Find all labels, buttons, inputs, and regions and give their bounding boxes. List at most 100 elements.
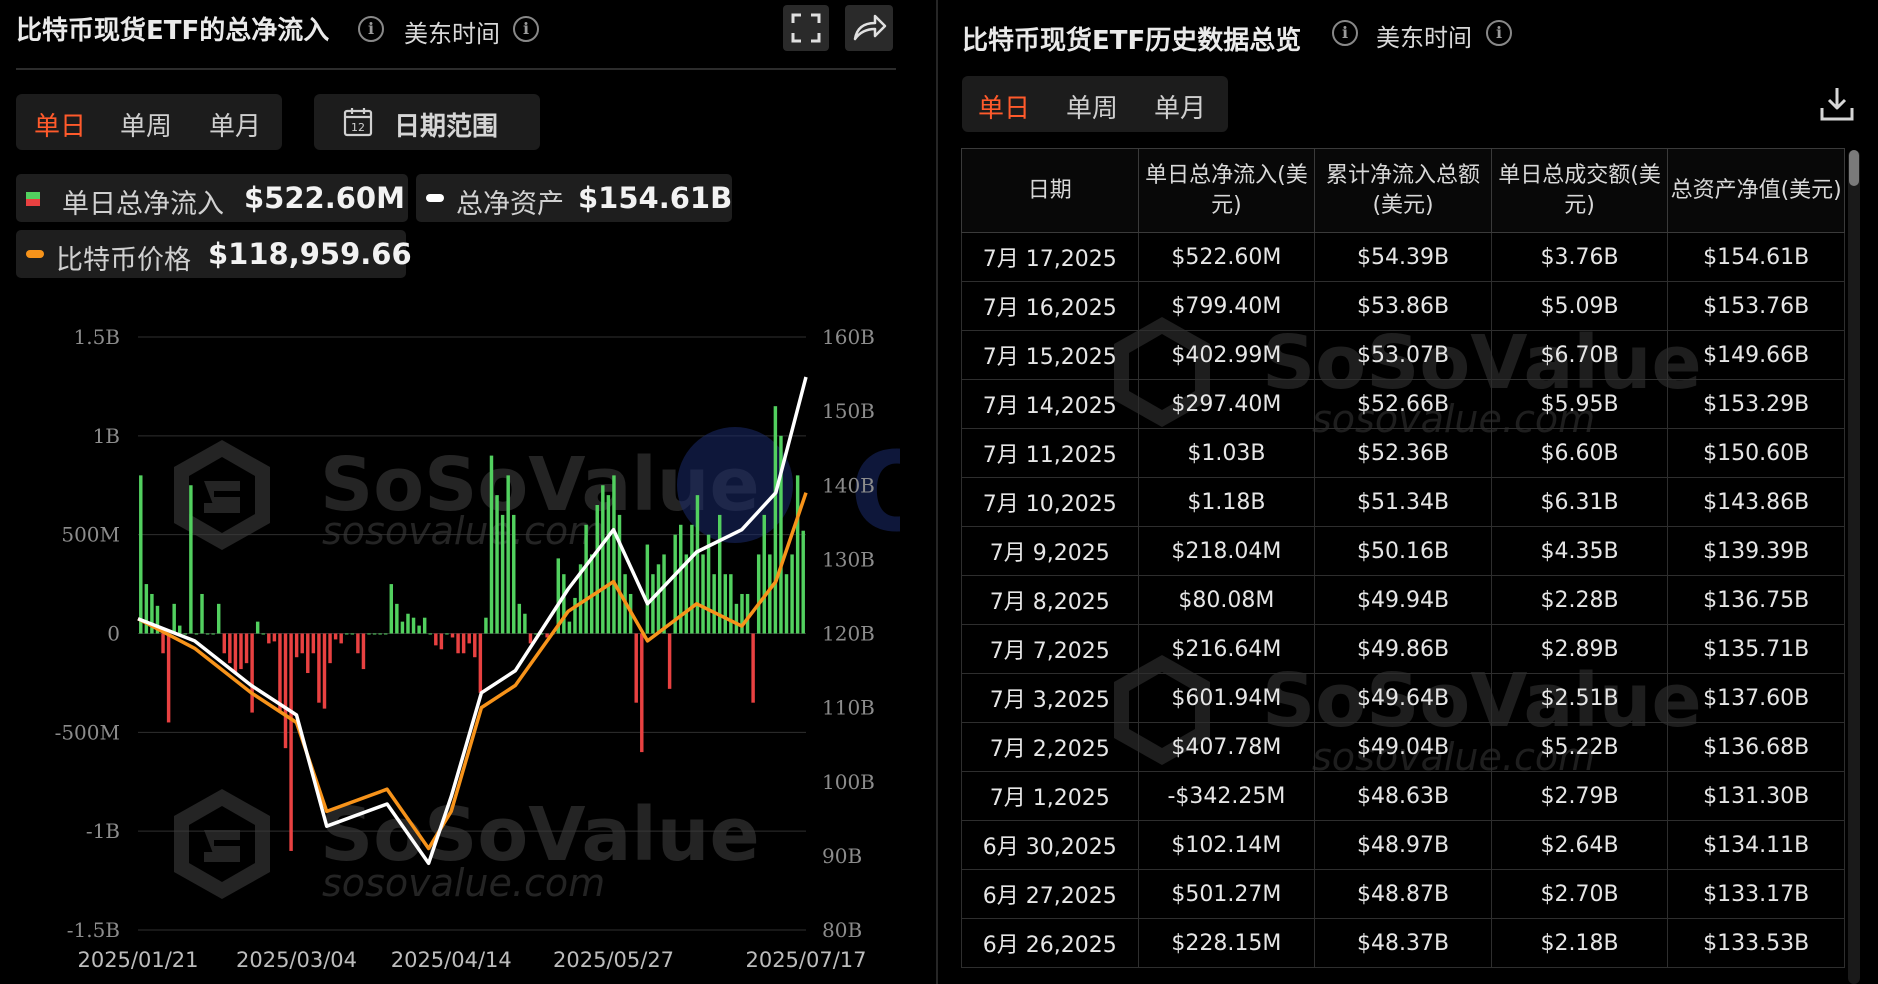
table-row[interactable]: 7月 11,2025 $1.03B $52.36B $6.60B $150.60B	[961, 428, 1845, 478]
left-tab-weekly[interactable]: 单周	[120, 106, 172, 143]
outflow-bar	[233, 633, 238, 674]
cell-daily-volume: $2.89B	[1490, 624, 1669, 674]
cell-daily-net-inflow: $501.27M	[1137, 869, 1316, 919]
outflow-bar	[250, 633, 254, 713]
table-row[interactable]: 6月 27,2025 $501.27M $48.87B $2.70B $133.17B	[961, 869, 1845, 919]
table-row[interactable]: 7月 14,2025 $297.40M $52.66B $5.95B $153.29B	[961, 379, 1845, 429]
table-row[interactable]: 7月 1,2025 -$342.25M $48.63B $2.79B $131.30B	[961, 771, 1845, 821]
table-row[interactable]: 7月 7,2025 $216.64M $49.86B $2.89B $135.71B	[961, 624, 1845, 674]
cell-daily-net-inflow: $218.04M	[1137, 526, 1316, 576]
left-header-divider	[16, 68, 896, 70]
inflow-bar	[712, 574, 716, 634]
col-header-daily-net-inflow[interactable]: 单日总净流入(美元)	[1137, 148, 1316, 233]
outflow-bar	[339, 633, 343, 644]
inflow-bar	[389, 584, 394, 634]
table-header-row: 日期 单日总净流入(美元) 累计净流入总额(美元) 单日总成交额(美元) 总资产…	[961, 148, 1845, 233]
share-button[interactable]	[845, 5, 893, 51]
table-row[interactable]: 7月 17,2025 $522.60M $54.39B $3.76B $154.61B	[961, 232, 1845, 282]
table-row[interactable]: 7月 10,2025 $1.18B $51.34B $6.31B $143.86B	[961, 477, 1845, 527]
inflow-bar	[484, 617, 488, 634]
table-row[interactable]: 7月 9,2025 $218.04M $50.16B $4.35B $139.39B	[961, 526, 1845, 576]
table-row[interactable]: 7月 8,2025 $80.08M $49.94B $2.28B $136.75B	[961, 575, 1845, 625]
col-header-date[interactable]: 日期	[961, 148, 1139, 233]
cell-cumulative-inflow: $49.64B	[1314, 673, 1492, 723]
inflow-bar	[183, 633, 188, 635]
inflow-bar	[205, 633, 210, 635]
col-header-daily-volume[interactable]: 单日总成交额(美元)	[1490, 148, 1669, 233]
table-body: 7月 17,2025 $522.60M $54.39B $3.76B $154.61B 7…	[961, 232, 1845, 968]
table-row[interactable]: 7月 3,2025 $601.94M $49.64B $2.51B $137.60B	[961, 673, 1845, 723]
inflow-bar	[645, 544, 650, 634]
col-header-cumulative-inflow[interactable]: 累计净流入总额(美元)	[1314, 148, 1492, 233]
left-tab-monthly[interactable]: 单月	[209, 106, 261, 143]
inflow-bar	[489, 455, 494, 634]
outflow-bar	[166, 633, 171, 723]
col-header-total-nav[interactable]: 总资产净值(美元)	[1667, 148, 1845, 233]
inflow-bar	[378, 633, 382, 635]
x-tick-label: 2025/07/17	[745, 948, 866, 972]
outflow-bar	[333, 633, 338, 640]
table-row[interactable]: 7月 15,2025 $402.99M $53.07B $6.70B $149.66B	[961, 330, 1845, 380]
outflow-bar	[311, 633, 316, 654]
fullscreen-button[interactable]	[783, 5, 829, 51]
left-tab-daily[interactable]: 单日	[34, 106, 86, 143]
date-range-label: 日期范围	[394, 112, 499, 142]
legend-btc-price[interactable]: 比特币价格 $118,959.66	[16, 230, 412, 278]
cell-daily-net-inflow: $407.78M	[1137, 722, 1316, 772]
etf-flow-chart[interactable]: SoSoValuesosovalue.comSoSoValuesosovalue…	[0, 300, 900, 984]
right-tab-monthly[interactable]: 单月	[1154, 88, 1206, 125]
cell-date: 7月 9,2025	[961, 526, 1139, 576]
download-icon[interactable]	[1818, 84, 1856, 124]
inflow-bar	[729, 574, 733, 634]
inflow-bar	[745, 593, 750, 634]
net-assets-swatch-icon	[426, 194, 444, 202]
legend-net-assets[interactable]: 总净资产 $154.61B	[416, 174, 732, 222]
history-table-container: SoSoValue sosovalue.com SoSoValue sosovalue…	[961, 148, 1847, 984]
table-scrollbar-thumb[interactable]	[1849, 150, 1859, 186]
left-title-info-icon[interactable]: i	[358, 16, 384, 42]
outflow-bar	[434, 633, 438, 646]
cell-date: 6月 27,2025	[961, 869, 1139, 919]
inflow-bar	[350, 633, 355, 635]
table-scrollbar[interactable]	[1848, 150, 1860, 984]
cell-daily-volume: $2.18B	[1490, 918, 1669, 968]
inflow-bar	[756, 554, 761, 634]
cell-date: 7月 14,2025	[961, 379, 1139, 429]
right-tab-daily[interactable]: 单日	[978, 88, 1030, 125]
inflow-bar	[406, 613, 410, 634]
cell-daily-net-inflow: $799.40M	[1137, 281, 1316, 331]
outflow-bar	[640, 633, 644, 753]
legend-net-inflow[interactable]: 单日总净流入 $522.60M	[16, 174, 408, 222]
cell-date: 7月 11,2025	[961, 428, 1139, 478]
left-timezone-info-icon[interactable]: i	[513, 16, 539, 42]
x-tick-label: 2025/03/04	[236, 948, 357, 972]
net-assets-label: 总净资产	[456, 189, 564, 220]
cell-daily-volume: $3.76B	[1490, 232, 1669, 282]
right-title-info-icon[interactable]: i	[1332, 20, 1358, 46]
cell-cumulative-inflow: $54.39B	[1314, 232, 1492, 282]
table-row[interactable]: 6月 26,2025 $228.15M $48.37B $2.18B $133.53B	[961, 918, 1845, 968]
cell-date: 7月 7,2025	[961, 624, 1139, 674]
inflow-bar	[795, 475, 800, 634]
cell-total-nav: $137.60B	[1667, 673, 1845, 723]
cell-total-nav: $134.11B	[1667, 820, 1845, 870]
outflow-bar	[328, 633, 332, 664]
table-row[interactable]: 7月 16,2025 $799.40M $53.86B $5.09B $153.76B	[961, 281, 1845, 331]
inflow-bar	[200, 593, 204, 634]
outflow-bar	[667, 633, 672, 689]
outflow-bar	[439, 633, 444, 650]
date-range-button[interactable]: 12 日期范围	[314, 94, 540, 150]
cell-date: 7月 10,2025	[961, 477, 1139, 527]
table-row[interactable]: 6月 30,2025 $102.14M $48.97B $2.64B $134.11B	[961, 820, 1845, 870]
outflow-bar	[222, 633, 227, 654]
cell-cumulative-inflow: $49.04B	[1314, 722, 1492, 772]
cell-date: 7月 17,2025	[961, 232, 1139, 282]
table-row[interactable]: 7月 2,2025 $407.78M $49.04B $5.22B $136.68B	[961, 722, 1845, 772]
right-timezone-info-icon[interactable]: i	[1486, 20, 1512, 46]
outflow-bar	[267, 633, 271, 644]
right-tab-weekly[interactable]: 单周	[1066, 88, 1118, 125]
cell-total-nav: $153.29B	[1667, 379, 1845, 429]
outflow-bar	[278, 633, 282, 713]
x-tick-label: 2025/01/21	[77, 948, 198, 972]
outflow-bar	[239, 633, 243, 670]
